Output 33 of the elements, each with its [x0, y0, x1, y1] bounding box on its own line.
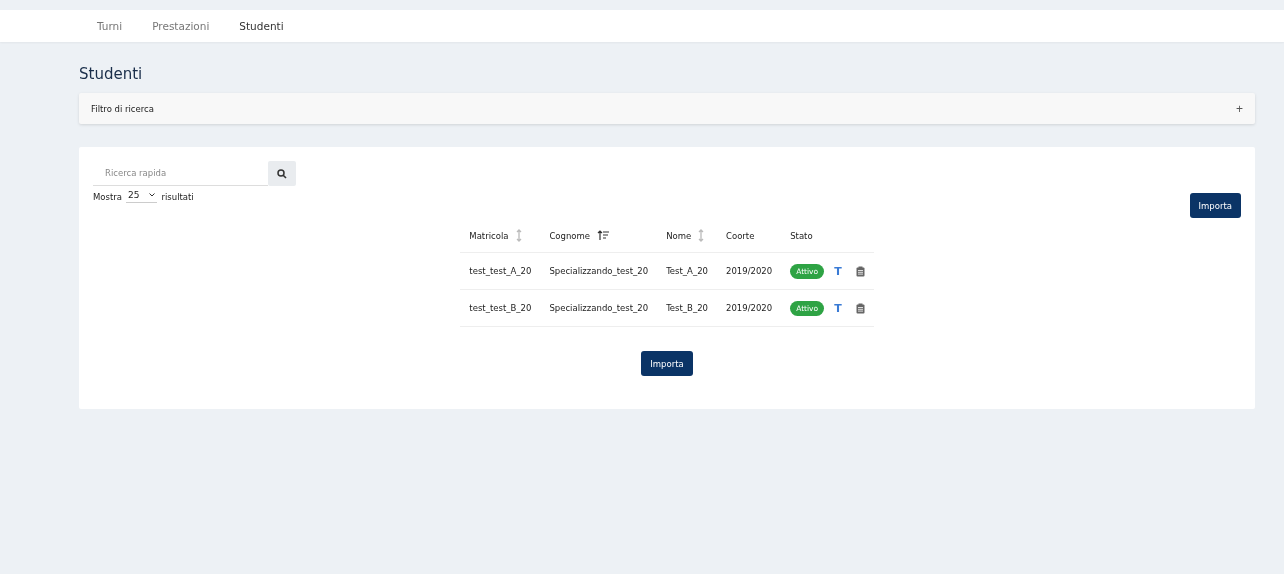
- sort-ascending-icon[interactable]: [597, 230, 609, 241]
- nav-tab[interactable]: Prestazioni: [152, 20, 210, 32]
- table-cell: test_test_B_20: [469, 303, 532, 313]
- filter-panel[interactable]: Filtro di ricerca +: [79, 93, 1255, 124]
- chevron-down-icon: [149, 193, 156, 197]
- column-header: Stato: [790, 230, 813, 241]
- nav-tab[interactable]: Studenti: [239, 20, 284, 32]
- column-header: Matricola: [469, 230, 509, 241]
- page-size-select[interactable]: 25: [126, 190, 158, 203]
- action-link[interactable]: T: [834, 301, 842, 315]
- expand-button[interactable]: +: [1236, 101, 1243, 116]
- search-icon: [277, 168, 287, 179]
- action-link[interactable]: T: [834, 264, 842, 278]
- page-title: Studenti: [79, 65, 144, 83]
- import-button[interactable]: Importa: [1189, 193, 1241, 218]
- nav-tab[interactable]: Turni: [97, 20, 123, 32]
- table-cell: Specializzando_test_20: [549, 266, 649, 276]
- table-cell: test_test_A_20: [469, 266, 532, 276]
- table-cell: Specializzando_test_20: [549, 303, 649, 313]
- table-cell: 2019/2020: [726, 266, 773, 276]
- clipboard-icon[interactable]: [855, 265, 865, 277]
- show-label: Mostra: [93, 191, 122, 202]
- search-button[interactable]: [268, 161, 296, 186]
- clipboard-icon[interactable]: [855, 302, 865, 314]
- import-button[interactable]: Importa: [641, 351, 693, 376]
- results-label: risultati: [161, 191, 194, 202]
- table-cell: 2019/2020: [726, 303, 773, 313]
- column-header: Coorte: [726, 230, 755, 241]
- filter-label: Filtro di ricerca: [91, 103, 154, 114]
- column-header: Cognome: [549, 230, 590, 241]
- table-cell: Test_B_20: [666, 303, 708, 313]
- column-header: Nome: [666, 230, 692, 241]
- table-cell: Test_A_20: [666, 266, 708, 276]
